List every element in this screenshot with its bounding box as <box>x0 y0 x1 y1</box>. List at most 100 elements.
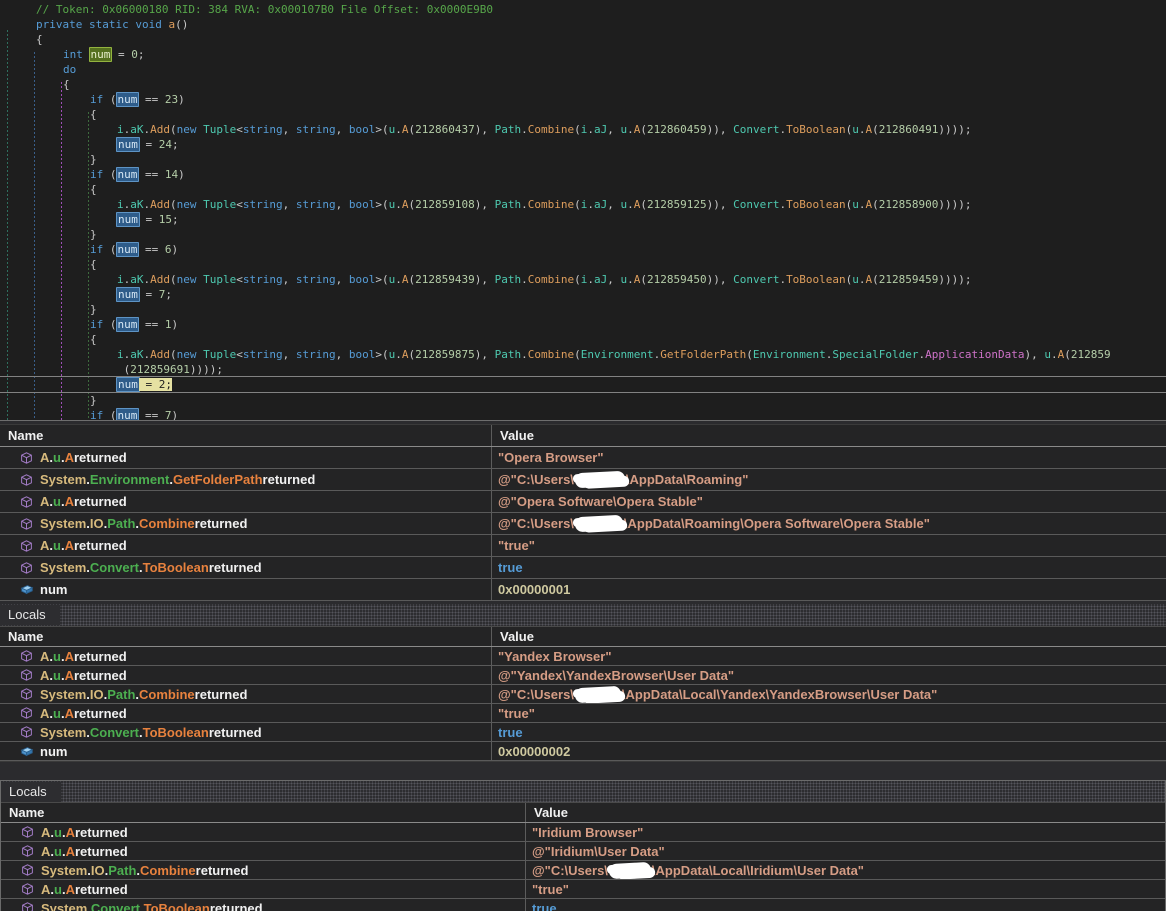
code-line[interactable]: private static void a() <box>0 17 1166 32</box>
method-return-cube-icon <box>20 725 34 739</box>
method-return-cube-icon <box>20 687 34 701</box>
panel-title-bar[interactable]: Locals <box>0 604 1166 627</box>
column-header-value[interactable]: Value <box>492 627 1166 646</box>
locals-row-value: @"Yandex\YandexBrowser\User Data" <box>492 666 1166 684</box>
code-line[interactable]: (212859691)))); <box>0 362 1166 377</box>
method-return-cube-icon <box>20 649 34 663</box>
code-line[interactable]: int num = 0; <box>0 47 1166 62</box>
locals-row-name: num <box>0 579 492 600</box>
code-line[interactable]: i.aK.Add(new Tuple<string, string, bool>… <box>0 122 1166 137</box>
locals-panel-1: Name Value A.u.A returned"Opera Browser"… <box>0 424 1166 601</box>
locals-row-value: "Iridium Browser" <box>526 823 1165 841</box>
locals-row-value: 0x00000002 <box>492 742 1166 760</box>
column-header-value[interactable]: Value <box>526 803 1165 822</box>
locals-row[interactable]: System.IO.Path.Combine returned@"C:\User… <box>1 861 1165 880</box>
code-line[interactable]: if (num == 23) <box>0 92 1166 107</box>
locals-row[interactable]: A.u.A returned"Opera Browser" <box>0 447 1166 469</box>
locals-row-name: A.u.A returned <box>0 535 492 556</box>
locals-row[interactable]: System.Convert.ToBoolean returnedtrue <box>0 557 1166 579</box>
method-return-cube-icon <box>20 561 34 575</box>
locals-row[interactable]: System.Environment.GetFolderPath returne… <box>0 469 1166 491</box>
locals-row-name: A.u.A returned <box>0 704 492 722</box>
locals-row[interactable]: A.u.A returned"true" <box>0 704 1166 723</box>
locals-row-name: System.IO.Path.Combine returned <box>0 685 492 703</box>
column-headers: Name Value <box>0 424 1166 447</box>
highlighted-symbol-num: num <box>116 212 140 227</box>
method-return-cube-icon <box>21 825 35 839</box>
locals-row[interactable]: A.u.A returned"Iridium Browser" <box>1 823 1165 842</box>
local-variable-icon <box>20 583 34 597</box>
locals-row[interactable]: System.IO.Path.Combine returned@"C:\User… <box>0 513 1166 535</box>
code-line[interactable]: } <box>0 152 1166 167</box>
method-return-cube-icon <box>20 539 34 553</box>
highlighted-symbol-num: num <box>116 287 140 302</box>
code-editor[interactable]: // Token: 0x06000180 RID: 384 RVA: 0x000… <box>0 0 1166 421</box>
method-return-cube-icon <box>20 668 34 682</box>
locals-row[interactable]: A.u.A returned"true" <box>0 535 1166 557</box>
code-line[interactable]: if (num == 7) <box>0 408 1166 421</box>
locals-row[interactable]: A.u.A returned@"Yandex\YandexBrowser\Use… <box>0 666 1166 685</box>
code-line[interactable]: { <box>0 257 1166 272</box>
method-return-cube-icon <box>21 844 35 858</box>
locals-row-value: "Opera Browser" <box>492 447 1166 468</box>
code-line[interactable]: } <box>0 227 1166 242</box>
current-statement-line[interactable]: num = 2; <box>0 376 1166 393</box>
locals-row-value: "Yandex Browser" <box>492 647 1166 665</box>
code-line[interactable]: do <box>0 62 1166 77</box>
code-line[interactable]: num = 24; <box>0 137 1166 152</box>
code-line[interactable]: i.aK.Add(new Tuple<string, string, bool>… <box>0 347 1166 362</box>
column-header-name[interactable]: Name <box>0 627 492 646</box>
locals-row-value: "true" <box>492 535 1166 556</box>
code-line[interactable]: i.aK.Add(new Tuple<string, string, bool>… <box>0 272 1166 287</box>
current-statement-highlight: = 2; <box>139 378 172 391</box>
locals-row-name: A.u.A returned <box>1 823 526 841</box>
locals-row-value: true <box>492 723 1166 741</box>
code-line[interactable]: num = 15; <box>0 212 1166 227</box>
locals-row[interactable]: System.Convert.ToBoolean returnedtrue <box>0 723 1166 742</box>
locals-row[interactable]: A.u.A returned"true" <box>1 880 1165 899</box>
locals-row[interactable]: System.Convert.ToBoolean returnedtrue <box>1 899 1165 911</box>
locals-panel-3: Locals Name Value A.u.A returned"Iridium… <box>0 780 1166 911</box>
locals-row[interactable]: A.u.A returned@"Iridium\User Data" <box>1 842 1165 861</box>
locals-row-value: 0x00000001 <box>492 579 1166 600</box>
column-header-name[interactable]: Name <box>0 425 492 446</box>
locals-row-name: System.Environment.GetFolderPath returne… <box>0 469 492 490</box>
code-line[interactable]: { <box>0 332 1166 347</box>
locals-row-name: A.u.A returned <box>0 447 492 468</box>
locals-row[interactable]: A.u.A returned"Yandex Browser" <box>0 647 1166 666</box>
column-header-value[interactable]: Value <box>492 425 1166 446</box>
locals-row-name: System.Convert.ToBoolean returned <box>0 557 492 578</box>
code-line[interactable]: if (num == 14) <box>0 167 1166 182</box>
local-variable-icon <box>20 744 34 758</box>
code-line[interactable]: if (num == 6) <box>0 242 1166 257</box>
highlighted-symbol-num: num <box>116 317 140 332</box>
locals-row-name: A.u.A returned <box>1 842 526 860</box>
code-line[interactable]: { <box>0 32 1166 47</box>
locals-row-value: @"Iridium\User Data" <box>526 842 1165 860</box>
highlighted-symbol-num: num <box>116 242 140 257</box>
code-line[interactable]: } <box>0 393 1166 408</box>
definition-symbol-num: num <box>89 47 113 62</box>
locals-row-name: A.u.A returned <box>0 647 492 665</box>
code-line[interactable]: { <box>0 182 1166 197</box>
code-line[interactable]: // Token: 0x06000180 RID: 384 RVA: 0x000… <box>0 2 1166 17</box>
method-return-cube-icon <box>21 882 35 896</box>
method-return-cube-icon <box>21 901 35 911</box>
panel-gap <box>0 762 1166 780</box>
code-line[interactable]: num = 7; <box>0 287 1166 302</box>
locals-row-name: num <box>0 742 492 760</box>
code-line[interactable]: { <box>0 77 1166 92</box>
code-line[interactable]: i.aK.Add(new Tuple<string, string, bool>… <box>0 197 1166 212</box>
code-line[interactable]: } <box>0 302 1166 317</box>
code-line[interactable]: if (num == 1) <box>0 317 1166 332</box>
column-headers: Name Value <box>0 627 1166 647</box>
locals-row-name: System.IO.Path.Combine returned <box>1 861 526 879</box>
locals-row[interactable]: num0x00000002 <box>0 742 1166 761</box>
column-header-name[interactable]: Name <box>1 803 526 822</box>
locals-row[interactable]: System.IO.Path.Combine returned@"C:\User… <box>0 685 1166 704</box>
locals-row[interactable]: A.u.A returned@"Opera Software\Opera Sta… <box>0 491 1166 513</box>
method-return-cube-icon <box>20 517 34 531</box>
code-line[interactable]: { <box>0 107 1166 122</box>
panel-title-bar[interactable]: Locals <box>1 781 1165 803</box>
locals-row[interactable]: num0x00000001 <box>0 579 1166 601</box>
